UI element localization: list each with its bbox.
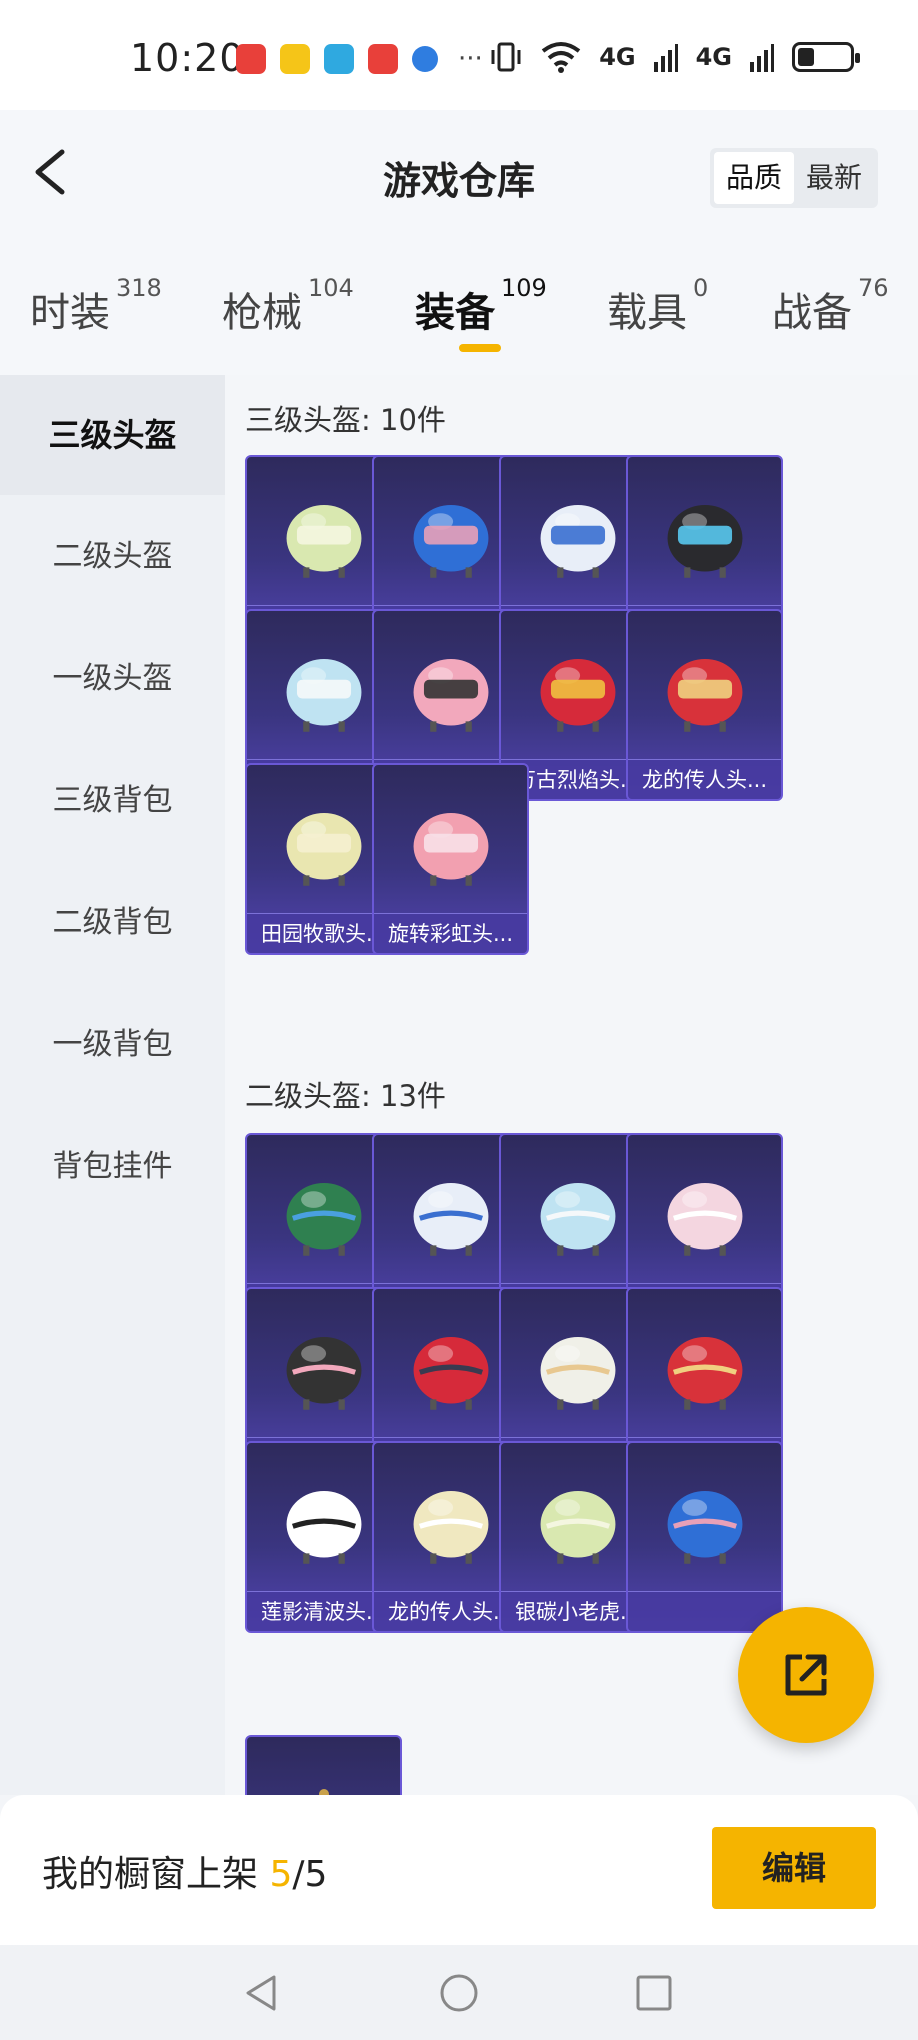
tab-count: 109 xyxy=(501,274,547,302)
sidebar-item-level3-helmet[interactable]: 三级头盔 xyxy=(0,375,225,495)
system-nav-bar xyxy=(0,1945,918,2040)
tab-fashion[interactable]: 时装318 xyxy=(30,274,162,338)
tab-equipment[interactable]: 装备109 xyxy=(415,274,547,338)
header: 游戏仓库 品质 最新 xyxy=(0,110,918,230)
item-name: 龙的传人头... xyxy=(628,759,781,799)
section-title: 三级头盔: 10件 xyxy=(245,403,446,437)
tab-count: 318 xyxy=(116,274,162,302)
tab-label: 装备 xyxy=(415,290,495,336)
tab-label: 战备 xyxy=(772,290,852,336)
app-notification-icon xyxy=(280,44,310,74)
item-name: 旋转彩虹头... xyxy=(374,913,527,953)
signal-bars-icon xyxy=(750,44,774,72)
tab-weapons[interactable]: 枪械104 xyxy=(222,274,354,338)
helmet-icon xyxy=(374,765,527,915)
sidebar-item-level1-backpack[interactable]: 一级背包 xyxy=(0,985,225,1105)
helmet-icon xyxy=(628,1443,781,1593)
tab-label: 时装 xyxy=(30,290,110,336)
signal-bars-icon xyxy=(653,44,678,72)
active-tab-indicator xyxy=(459,344,501,352)
sidebar-item-backpack-charm[interactable]: 背包挂件 xyxy=(0,1107,225,1227)
app-notification-icon xyxy=(368,44,398,74)
category-tabs: 时装318 枪械104 装备109 载具0 战备76 xyxy=(0,230,918,375)
signal-4g-icon: 4G xyxy=(695,43,732,71)
signal-4g-icon: 4G xyxy=(599,43,636,71)
helmet-icon xyxy=(628,1135,781,1285)
showcase-status: 我的橱窗上架 5/5 xyxy=(42,1845,327,1897)
item-card[interactable]: 旋转彩虹头... xyxy=(372,763,529,955)
nav-back-icon[interactable] xyxy=(242,1973,282,2013)
tab-count: 104 xyxy=(308,274,354,302)
app-notification-icon xyxy=(324,44,354,74)
tab-vehicles[interactable]: 载具0 xyxy=(607,274,708,338)
showcase-current-count: 5 xyxy=(269,1854,293,1895)
edit-button[interactable]: 编辑 xyxy=(712,1827,876,1909)
sidebar-item-level1-helmet[interactable]: 一级头盔 xyxy=(0,619,225,739)
helmet-icon xyxy=(628,1289,781,1439)
item-card[interactable]: 龙的传人头... xyxy=(626,609,783,801)
sort-newest-button[interactable]: 最新 xyxy=(794,152,874,204)
helmet-icon xyxy=(628,611,781,761)
app-notification-icon xyxy=(412,46,438,72)
sort-toggle: 品质 最新 xyxy=(709,148,878,208)
helmet-icon xyxy=(247,1737,400,1795)
item-card-partial[interactable] xyxy=(245,1735,402,1795)
vibrate-icon xyxy=(491,42,521,72)
nav-recents-icon[interactable] xyxy=(634,1973,674,2013)
system-icons: 4G 4G xyxy=(489,40,860,74)
sidebar-item-level2-helmet[interactable]: 二级头盔 xyxy=(0,497,225,617)
share-button[interactable] xyxy=(738,1607,874,1743)
helmet-icon xyxy=(628,457,781,607)
tab-count: 76 xyxy=(858,274,889,302)
tab-label: 载具 xyxy=(607,290,687,336)
item-card[interactable] xyxy=(626,1441,783,1633)
battery-icon xyxy=(792,42,860,72)
app-notification-icon xyxy=(236,44,266,74)
share-icon xyxy=(785,1654,827,1696)
section-title: 二级头盔: 13件 xyxy=(245,1079,446,1113)
notification-icons: ··· xyxy=(236,44,483,74)
status-bar: 10:20 ··· 4G 4G xyxy=(0,0,918,110)
nav-home-icon[interactable] xyxy=(439,1973,479,2013)
sort-quality-button[interactable]: 品质 xyxy=(713,152,794,204)
showcase-total-count: /5 xyxy=(292,1854,328,1895)
tab-supplies[interactable]: 战备76 xyxy=(772,274,889,338)
tab-label: 枪械 xyxy=(222,290,302,336)
sidebar-item-level2-backpack[interactable]: 二级背包 xyxy=(0,863,225,983)
item-grid: 三级头盔: 10件 雏菊兔兔头... 洛神天依头... 冰河战士头... 蝶变头… xyxy=(225,375,918,1795)
more-notifications-icon: ··· xyxy=(458,44,483,74)
sidebar: 三级头盔 二级头盔 一级头盔 三级背包 二级背包 一级背包 背包挂件 xyxy=(0,375,225,1795)
tab-count: 0 xyxy=(693,274,709,302)
wifi-icon xyxy=(541,42,581,73)
sidebar-item-level3-backpack[interactable]: 三级背包 xyxy=(0,741,225,861)
showcase-label: 我的橱窗上架 xyxy=(42,1854,270,1895)
status-time: 10:20 xyxy=(130,36,245,80)
showcase-bar: 我的橱窗上架 5/5 编辑 xyxy=(0,1795,918,1945)
